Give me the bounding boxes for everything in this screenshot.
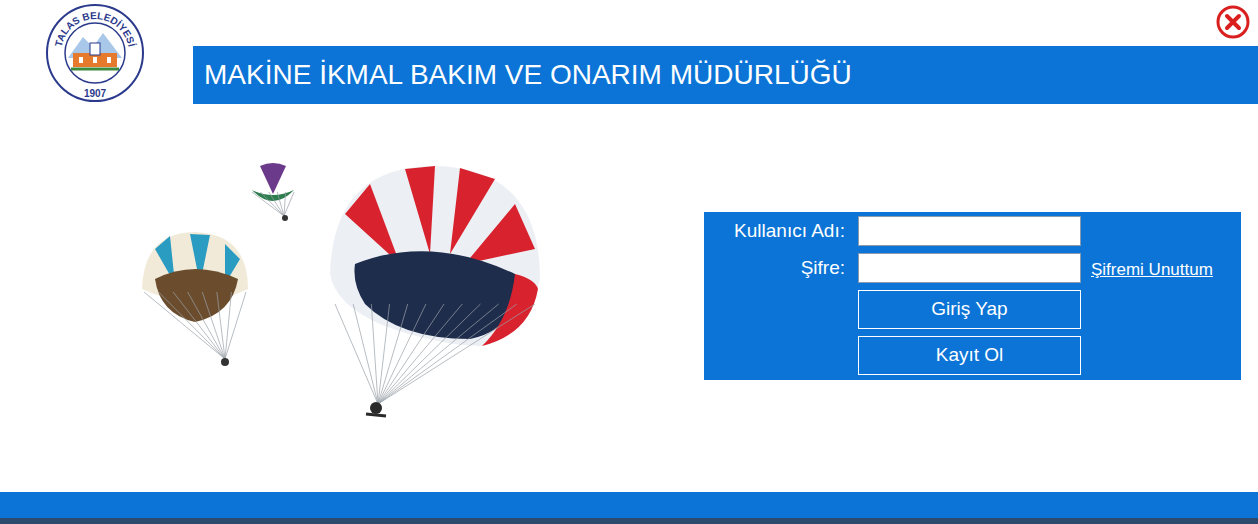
municipality-logo-icon: TALAS BELEDİYESİ 1907 (45, 3, 145, 103)
form-button[interactable]: Kayıt Ol (858, 336, 1081, 375)
footer-bar (0, 492, 1258, 518)
forgot-password-link[interactable]: Şifremi Unuttum (1081, 253, 1241, 283)
desktop-strip (0, 518, 1258, 524)
svg-text:TALAS BELEDİYESİ: TALAS BELEDİYESİ (53, 10, 139, 48)
login-window: TALAS BELEDİYESİ 1907 MAKİNE İKMAL BAKIM V… (0, 0, 1258, 524)
small-parachute-icon (250, 162, 296, 221)
medium-parachute-icon (142, 232, 248, 366)
large-parachute-icon (330, 166, 540, 416)
header-column: MAKİNE İKMAL BAKIM VE ONARIM MÜDÜRLÜĞÜ (193, 0, 1258, 104)
picture-area (0, 104, 550, 492)
field-input[interactable] (858, 253, 1081, 283)
logo-area: TALAS BELEDİYESİ 1907 (0, 0, 193, 104)
header-title: MAKİNE İKMAL BAKIM VE ONARIM MÜDÜRLÜĞÜ (204, 54, 852, 96)
close-button[interactable] (1216, 5, 1250, 39)
empty-cell (1081, 216, 1241, 246)
form-button[interactable]: Giriş Yap (858, 290, 1081, 329)
body: Kullanıcı Adı: Şifre: Şifremi UnuttumGiriş… (0, 104, 1258, 492)
login-panel: Kullanıcı Adı: Şifre: Şifremi UnuttumGiriş… (704, 212, 1241, 380)
field-label: Şifre: (704, 253, 858, 283)
svg-text:1907: 1907 (84, 88, 107, 99)
header-bar: MAKİNE İKMAL BAKIM VE ONARIM MÜDÜRLÜĞÜ (193, 46, 1258, 104)
parachutes-picture (130, 154, 550, 424)
field-label: Kullanıcı Adı: (704, 216, 858, 246)
close-icon (1216, 5, 1250, 39)
close-row (193, 0, 1258, 46)
top-row: TALAS BELEDİYESİ 1907 MAKİNE İKMAL BAKIM V… (0, 0, 1258, 104)
field-input[interactable] (858, 216, 1081, 246)
